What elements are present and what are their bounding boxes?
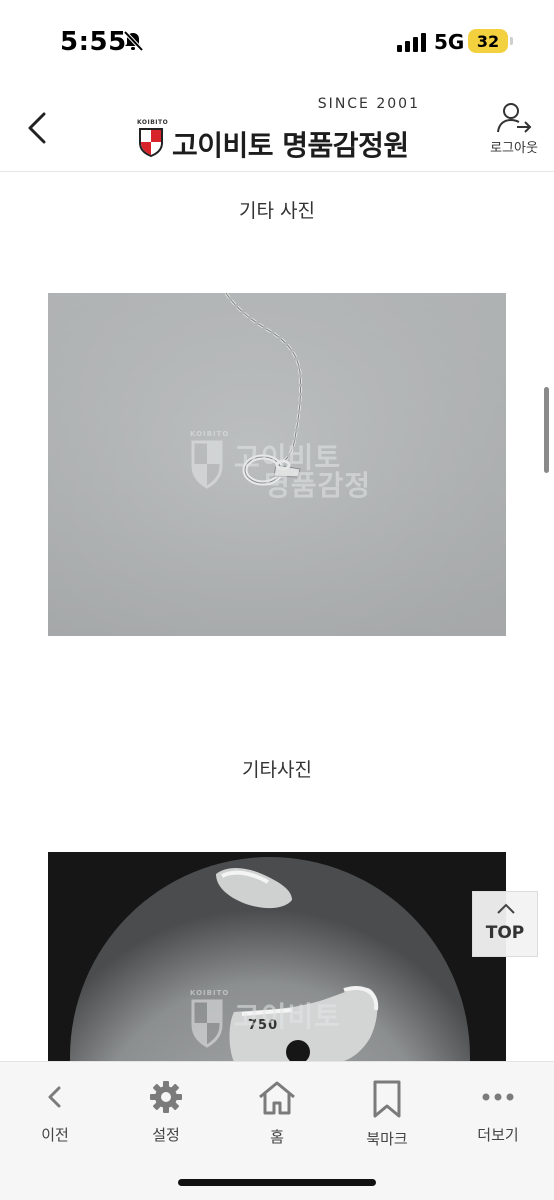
chevron-left-icon bbox=[48, 1086, 61, 1108]
back-chevron-icon[interactable] bbox=[20, 106, 54, 150]
signal-icon bbox=[397, 33, 426, 52]
watermark-line2: 명품감정 bbox=[264, 469, 372, 502]
scrollbar-thumb[interactable] bbox=[544, 387, 549, 473]
home-indicator[interactable] bbox=[178, 1179, 376, 1186]
gear-icon bbox=[150, 1081, 182, 1113]
nav-label: 북마크 bbox=[366, 1130, 408, 1148]
nav-item-settings[interactable]: 설정 bbox=[121, 1080, 211, 1145]
nav-item-back[interactable]: 이전 bbox=[10, 1080, 100, 1145]
more-dots-icon bbox=[482, 1093, 514, 1101]
user-logout-icon bbox=[497, 103, 532, 133]
logo-koibito: KOIBITO bbox=[137, 119, 169, 126]
scroll-top-label: TOP bbox=[485, 923, 525, 943]
nav-item-home[interactable]: 홈 bbox=[232, 1080, 322, 1147]
logout-label: 로그아웃 bbox=[490, 141, 538, 156]
nav-label: 더보기 bbox=[477, 1126, 519, 1144]
watermark-koibito: KOIBITO bbox=[190, 430, 230, 438]
nav-item-bookmark[interactable]: 북마크 bbox=[342, 1080, 432, 1149]
shield-logo-icon bbox=[139, 128, 163, 157]
watermark-shield-icon bbox=[191, 440, 223, 489]
battery-icon: 32 bbox=[468, 29, 513, 53]
photo-caption: 기타 사진 bbox=[239, 200, 315, 222]
home-icon bbox=[259, 1081, 295, 1115]
app-header: SINCE 2001 KOIBITO 고이비토 명품감정원 로그아웃 bbox=[0, 84, 554, 172]
bell-muted-icon bbox=[123, 30, 144, 52]
watermark-line1: 고이비토 bbox=[234, 1000, 342, 1033]
photo-watermark: KOIBITO 고이비토 명품감정 bbox=[190, 430, 370, 502]
scroll-top-button[interactable]: TOP bbox=[472, 891, 538, 957]
status-bar: 5:55 5G 32 bbox=[0, 0, 554, 80]
logout-button[interactable]: 로그아웃 bbox=[482, 102, 546, 162]
product-photo-chain-clasp[interactable]: KOIBITO 고이비토 명품감정 bbox=[48, 293, 506, 636]
battery-level: 32 bbox=[476, 31, 500, 51]
watermark-shield-icon bbox=[191, 999, 223, 1048]
nav-item-more[interactable]: 더보기 bbox=[453, 1080, 543, 1145]
logo-brand-name: 고이비토 명품감정원 bbox=[172, 129, 409, 162]
network-type: 5G bbox=[434, 30, 465, 54]
chevron-up-icon bbox=[497, 903, 515, 914]
product-photo-magnified-stamp[interactable]: 750 KOIBITO 고이비토 bbox=[48, 852, 506, 1062]
status-time: 5:55 bbox=[60, 27, 127, 57]
nav-label: 설정 bbox=[152, 1126, 180, 1144]
bookmark-icon bbox=[373, 1080, 401, 1118]
nav-label: 이전 bbox=[41, 1126, 69, 1144]
watermark-koibito: KOIBITO bbox=[190, 989, 230, 997]
brand-logo[interactable]: SINCE 2001 KOIBITO 고이비토 명품감정원 bbox=[136, 94, 426, 164]
photo-watermark: KOIBITO 고이비토 bbox=[190, 989, 370, 1055]
nav-label: 홈 bbox=[270, 1128, 284, 1146]
photo-caption: 기타사진 bbox=[242, 759, 312, 781]
logo-since: SINCE 2001 bbox=[317, 96, 420, 112]
